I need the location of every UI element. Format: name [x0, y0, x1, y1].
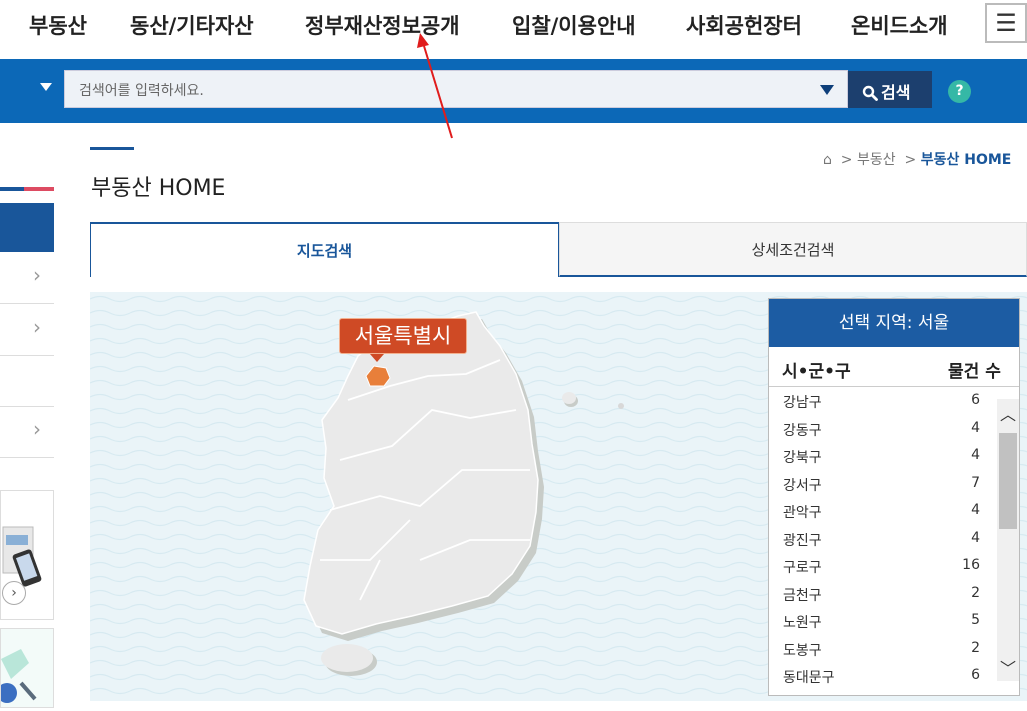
- region-name: 강북구: [783, 450, 822, 466]
- region-count: 7: [971, 474, 980, 491]
- page-title: 부동산 HOME: [91, 176, 226, 201]
- region-list: 강남구 6 강동구 4 강북구 4 강서구 7 관악구 4 광진구 4 구로구 16 금천구 2…: [769, 387, 997, 690]
- scroll-up-icon[interactable]: ︿: [997, 401, 1019, 425]
- region-count: 4: [971, 502, 980, 518]
- sidebar-banner-card-2[interactable]: [0, 628, 54, 708]
- region-name: 구로구: [783, 560, 822, 576]
- divider: [0, 406, 54, 407]
- banner-graphic: [0, 649, 37, 703]
- region-row[interactable]: 강서구 7: [769, 470, 997, 498]
- region-count: 2: [971, 639, 980, 656]
- region-name: 도봉구: [783, 642, 822, 659]
- region-name: 노원구: [783, 615, 822, 631]
- chevron-right-icon[interactable]: ›: [33, 315, 41, 339]
- region-count: 16: [962, 557, 980, 573]
- region-row[interactable]: 구로구 16: [769, 552, 997, 580]
- region-row[interactable]: 강남구 6: [769, 387, 997, 415]
- region-row[interactable]: 광진구 4: [769, 525, 997, 553]
- region-name: 강남구: [783, 395, 822, 411]
- breadcrumb-current: 부동산 HOME: [920, 152, 1012, 168]
- title-accent-bar: [90, 147, 134, 150]
- left-sidebar: › › › ›: [0, 123, 54, 708]
- region-row[interactable]: 관악구 4: [769, 497, 997, 525]
- sidebar-active-item[interactable]: [0, 203, 54, 252]
- tab-map-search[interactable]: 지도검색: [90, 222, 559, 277]
- region-row[interactable]: 도봉구 2: [769, 635, 997, 663]
- region-name: 관악구: [783, 505, 822, 521]
- breadcrumb: ⌂ > 부동산 > 부동산 HOME: [823, 152, 1012, 168]
- region-count: 5: [971, 612, 980, 628]
- region-panel-header: 선택 지역: 서울: [769, 299, 1019, 347]
- region-name: 금천구: [783, 587, 822, 604]
- region-count: 4: [971, 447, 980, 463]
- divider: [0, 355, 54, 356]
- home-icon[interactable]: ⌂: [823, 152, 832, 168]
- map-callout-pointer: [370, 354, 384, 362]
- chevron-right-icon[interactable]: ›: [33, 417, 41, 441]
- divider: [0, 457, 54, 458]
- breadcrumb-item[interactable]: 부동산: [857, 152, 896, 168]
- region-name: 강동구: [783, 422, 822, 439]
- tab-detailed-search[interactable]: 상세조건검색: [559, 222, 1027, 277]
- region-row[interactable]: 동대문구 6: [769, 662, 997, 690]
- region-name: 광진구: [783, 532, 822, 549]
- col-district: 시•군•구: [782, 362, 851, 382]
- region-count: 6: [971, 667, 980, 683]
- region-row[interactable]: 강북구 4: [769, 442, 997, 470]
- map-callout[interactable]: 서울특별시: [339, 318, 467, 354]
- region-count: 6: [971, 392, 980, 408]
- region-table-header: 시•군•구 물건 수: [769, 347, 1019, 387]
- region-count: 4: [971, 529, 980, 546]
- region-count: 2: [971, 584, 980, 601]
- divider: [0, 303, 54, 304]
- region-name: 동대문구: [783, 670, 835, 686]
- region-row[interactable]: 노원구 5: [769, 607, 997, 635]
- region-name: 강서구: [783, 477, 822, 494]
- region-row[interactable]: 금천구 2: [769, 580, 997, 608]
- region-count: 4: [971, 419, 980, 436]
- region-panel: 선택 지역: 서울 시•군•구 물건 수 강남구 6 강동구 4 강북구 4 강서구 7…: [768, 298, 1020, 696]
- scroll-thumb[interactable]: [999, 433, 1017, 529]
- chevron-right-icon[interactable]: ›: [33, 263, 41, 287]
- banner-next-button[interactable]: ›: [2, 581, 26, 605]
- col-count: 물건 수: [948, 362, 1001, 382]
- sidebar-accent-blue: [0, 187, 24, 191]
- search-tabs: 지도검색 상세조건검색: [90, 222, 1027, 277]
- sidebar-accent-red: [24, 187, 54, 191]
- region-scrollbar[interactable]: ︿ ﹀: [997, 399, 1019, 681]
- region-row[interactable]: 강동구 4: [769, 415, 997, 443]
- scroll-down-icon[interactable]: ﹀: [997, 655, 1019, 679]
